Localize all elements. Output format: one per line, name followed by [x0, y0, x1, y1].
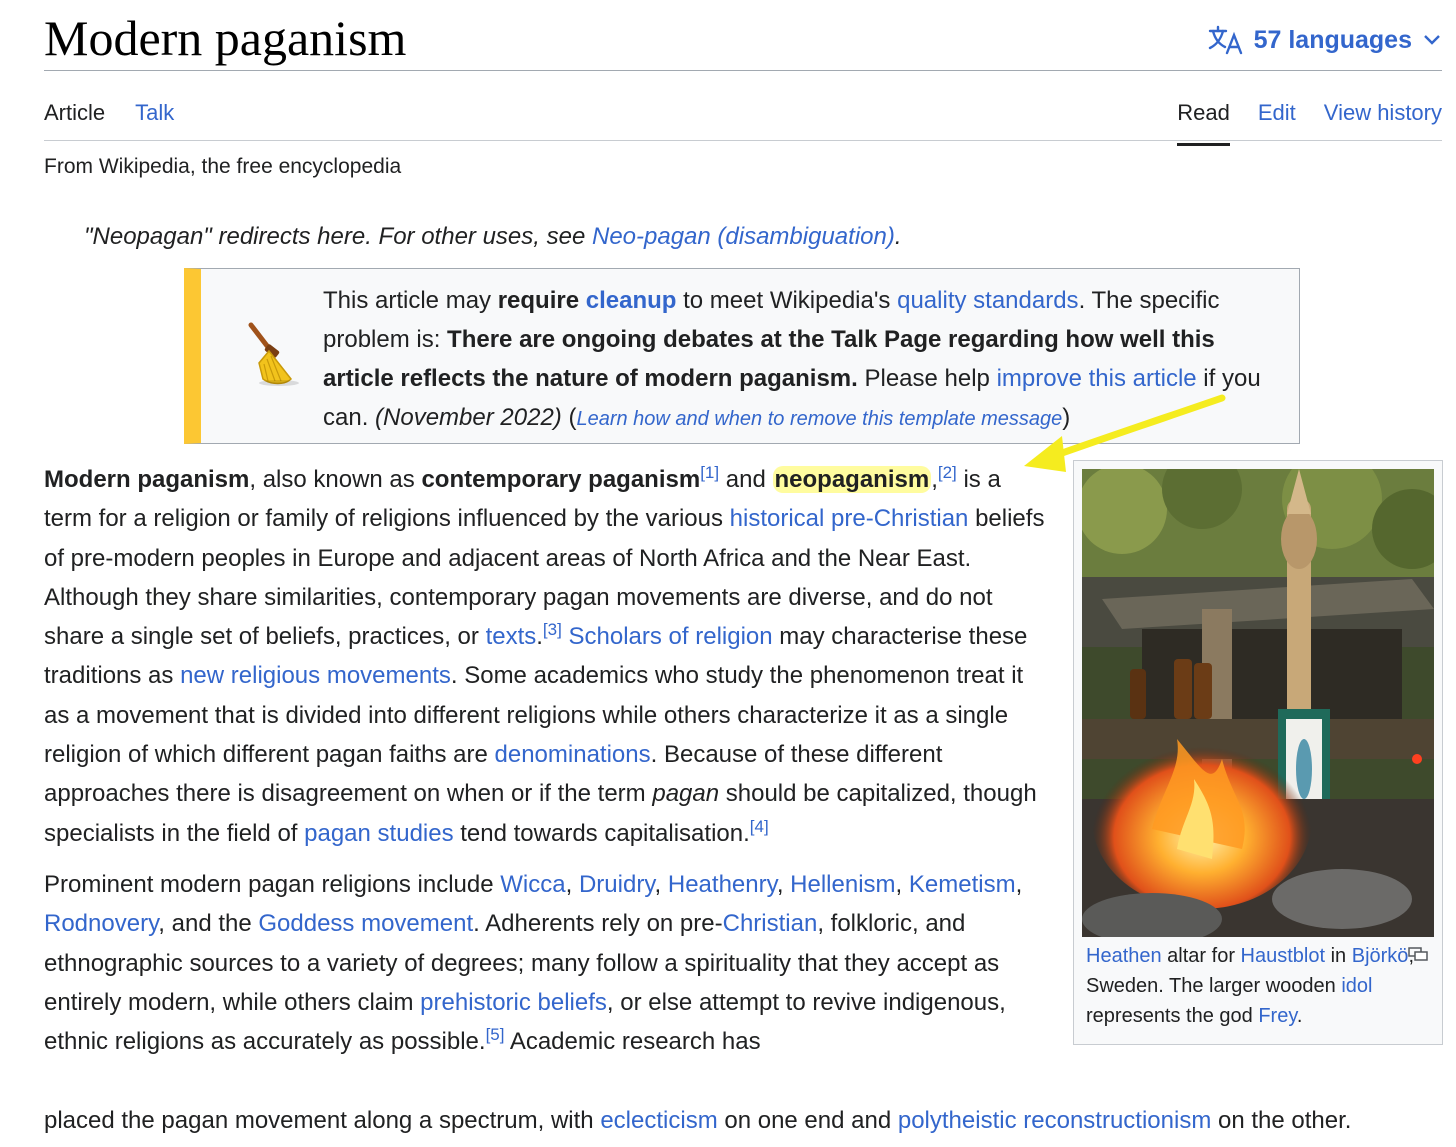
view-tabs: Read Edit View history	[1177, 98, 1442, 146]
remove-template-link[interactable]: Learn how and when to remove this templa…	[576, 408, 1062, 430]
hatnote: "Neopagan" redirects here. For other use…	[84, 223, 902, 250]
link-christian[interactable]: Christian	[723, 910, 818, 937]
link-goddess-movement[interactable]: Goddess movement	[258, 910, 473, 937]
figure-caption: Heathen altar for Haustblot in Björkö, S…	[1086, 945, 1414, 1027]
link-denominations[interactable]: denominations	[495, 741, 651, 768]
link-kemetism[interactable]: Kemetism	[909, 871, 1016, 898]
infobox-figure: Heathen altar for Haustblot in Björkö, S…	[1073, 460, 1443, 1045]
lead-paragraph: Modern paganism, also known as contempor…	[44, 463, 1045, 847]
link-heathen[interactable]: Heathen	[1086, 945, 1162, 967]
link-wicca[interactable]: Wicca	[500, 871, 565, 898]
languages-label: 57 languages	[1253, 25, 1412, 54]
link-historical-pre-christian[interactable]: historical pre-Christian	[730, 505, 969, 532]
link-eclecticism[interactable]: eclecticism	[600, 1107, 717, 1134]
link-bjorko[interactable]: Björkö	[1352, 945, 1409, 967]
disambiguation-link[interactable]: Neo-pagan (disambiguation)	[592, 223, 895, 250]
tabs-divider	[44, 140, 1442, 141]
highlighted-term: neopaganism	[772, 466, 932, 493]
heathen-altar-photo[interactable]	[1082, 469, 1434, 937]
page-title: Modern paganism	[44, 10, 407, 66]
tab-talk[interactable]: Talk	[135, 98, 174, 142]
link-hellenism[interactable]: Hellenism	[790, 871, 895, 898]
third-paragraph-line: placed the pagan movement along a spectr…	[44, 1107, 1352, 1134]
quality-standards-link[interactable]: quality standards	[897, 287, 1078, 314]
link-prehistoric-beliefs[interactable]: prehistoric beliefs	[420, 989, 607, 1016]
link-druidry[interactable]: Druidry	[579, 871, 655, 898]
link-idol[interactable]: idol	[1341, 975, 1372, 997]
citation-3[interactable]: [3]	[543, 620, 562, 639]
link-scholars-of-religion[interactable]: Scholars of religion	[569, 623, 773, 650]
citation-2[interactable]: [2]	[938, 463, 957, 482]
tab-read[interactable]: Read	[1177, 98, 1230, 146]
link-texts[interactable]: texts	[486, 623, 537, 650]
link-frey[interactable]: Frey	[1258, 1005, 1297, 1027]
second-paragraph: Prominent modern pagan religions include…	[44, 870, 1023, 1056]
cleanup-link[interactable]: cleanup	[586, 287, 677, 314]
tab-view-history[interactable]: View history	[1324, 98, 1442, 142]
translate-icon	[1208, 25, 1244, 55]
tab-article[interactable]: Article	[44, 98, 105, 142]
site-tagline: From Wikipedia, the free encyclopedia	[44, 155, 402, 178]
link-new-religious-movements[interactable]: new religious movements	[180, 662, 451, 689]
chevron-down-icon	[1422, 33, 1442, 47]
article-body: Modern paganism, also known as contempor…	[44, 460, 1054, 1061]
link-pagan-studies[interactable]: pagan studies	[304, 820, 453, 847]
link-polytheistic-reconstructionism[interactable]: polytheistic reconstructionism	[898, 1107, 1211, 1134]
broom-icon	[245, 321, 305, 392]
title-divider	[44, 70, 1442, 71]
namespace-tabs: Article Talk	[44, 98, 174, 142]
citation-4[interactable]: [4]	[750, 817, 769, 836]
link-rodnovery[interactable]: Rodnovery	[44, 910, 158, 937]
link-heathenry[interactable]: Heathenry	[668, 871, 777, 898]
languages-button[interactable]: 57 languages	[1208, 22, 1442, 58]
link-haustblot[interactable]: Haustblot	[1241, 945, 1326, 967]
tab-edit[interactable]: Edit	[1258, 98, 1296, 142]
citation-5[interactable]: [5]	[486, 1025, 505, 1044]
citation-1[interactable]: [1]	[700, 463, 719, 482]
